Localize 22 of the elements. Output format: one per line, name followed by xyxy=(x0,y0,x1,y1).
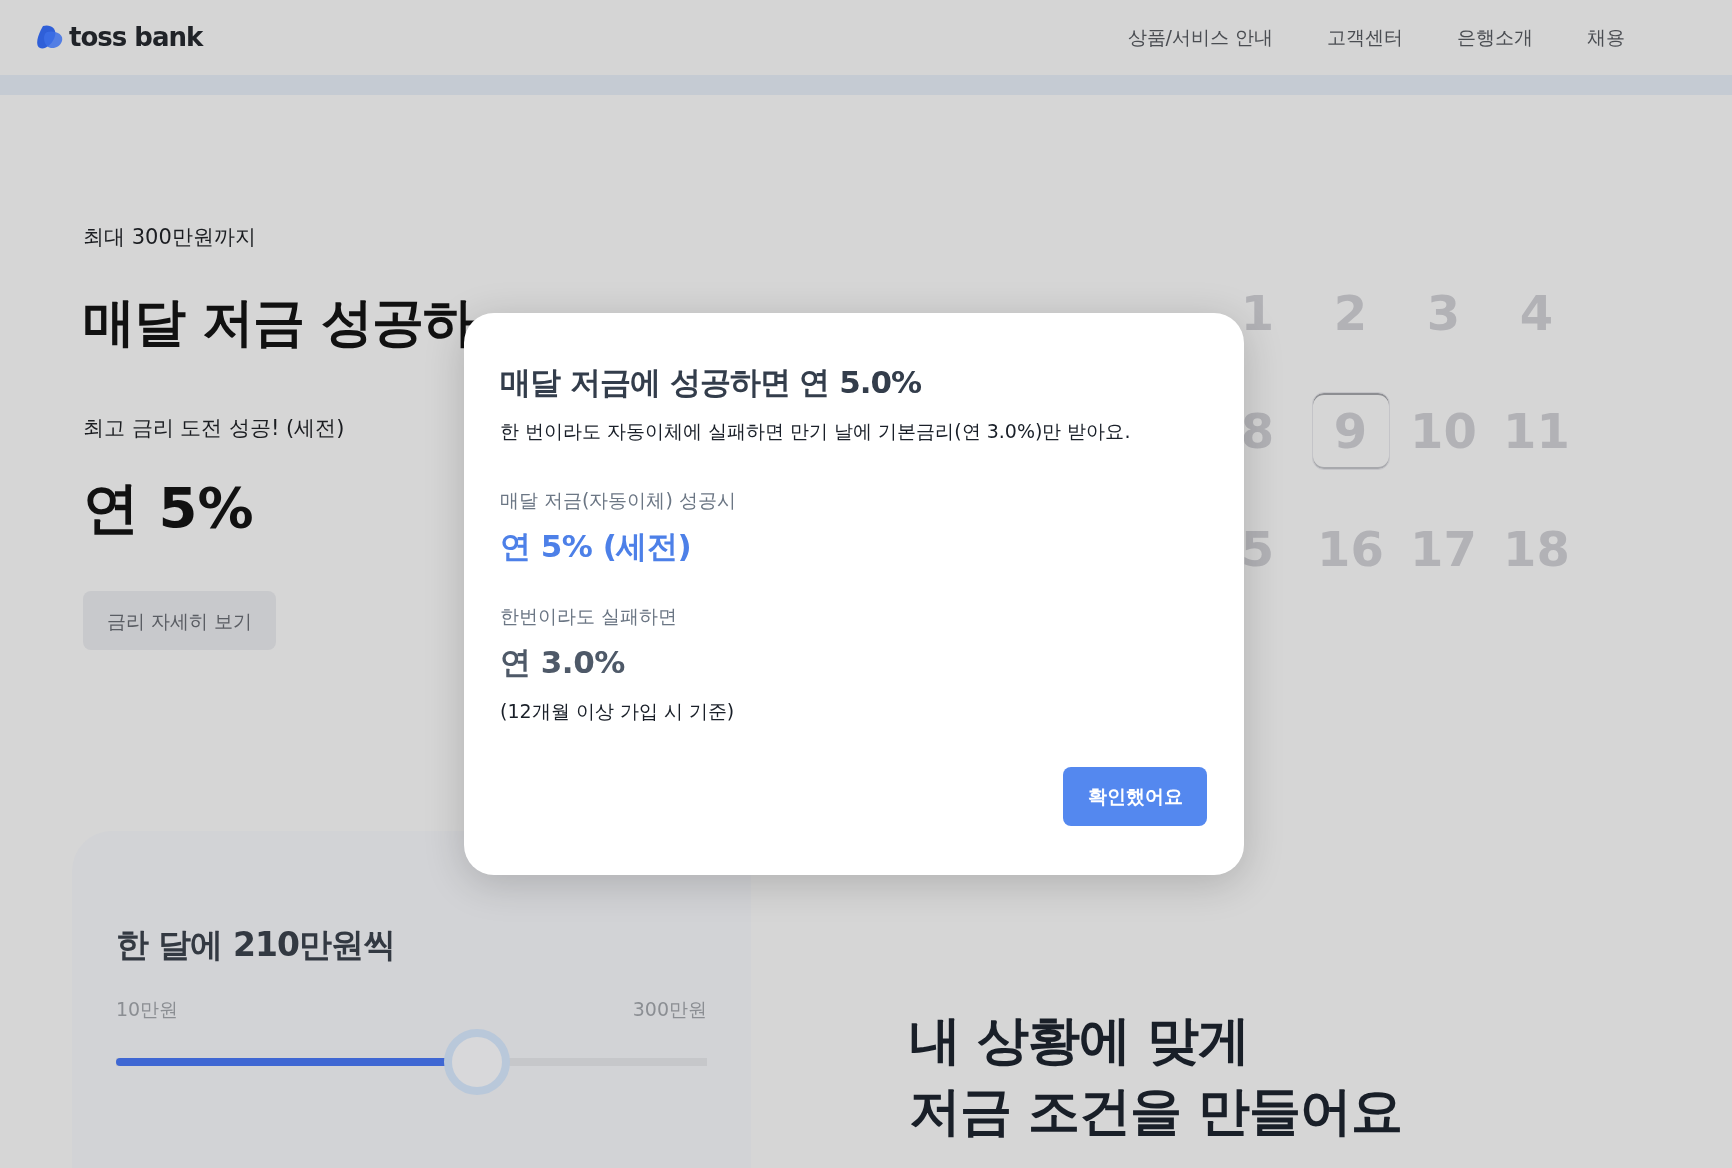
confirm-button[interactable]: 확인했어요 xyxy=(1063,766,1207,826)
nav-link[interactable]: 상품/서비스 안내 xyxy=(1127,23,1273,52)
dialog-title: 매달 저금에 성공하면 연 5.0% xyxy=(500,363,923,402)
max-amount-label: 300만원 xyxy=(632,997,707,1023)
amount-title: 한 달에 210만원씩 xyxy=(116,924,396,967)
logo-text[interactable]: toss bank xyxy=(69,18,203,57)
rate-text: 연 5% xyxy=(83,474,254,542)
hero-headline: 매달 저금 성공하 xyxy=(83,291,475,355)
rate-value: 연 5% (세전) xyxy=(500,526,693,566)
rate-condition-label: 한번이라도 실패하면 xyxy=(500,603,679,629)
rate-condition-label: 매달 저금(자동이체) 성공시 xyxy=(500,488,737,513)
feature-heading: 내 상황에 맞게 저금 조건을 만들어요 xyxy=(909,1009,1403,1143)
min-amount-label: 10만원 xyxy=(116,997,179,1023)
rate-details-button[interactable]: 금리 자세히 보기 xyxy=(83,591,276,651)
nav-link[interactable]: 고객센터 xyxy=(1327,23,1403,52)
dialog-description: 한 번이라도 자동이체에 실패하면 만기 날에 기본금리(연 3.0%)만 받아요. xyxy=(500,419,1132,444)
rate-value: 연 3.0% xyxy=(500,642,626,682)
eyebrow-text: 최대 300만원까지 xyxy=(83,224,256,251)
hero-subtitle: 최고 금리 도전 성공! (세전) xyxy=(83,414,345,442)
nav-link[interactable]: 은행소개 xyxy=(1457,23,1533,52)
nav-link[interactable]: 채용 xyxy=(1587,23,1625,52)
dialog-note: (12개월 이상 가입 시 기준) xyxy=(500,698,736,724)
